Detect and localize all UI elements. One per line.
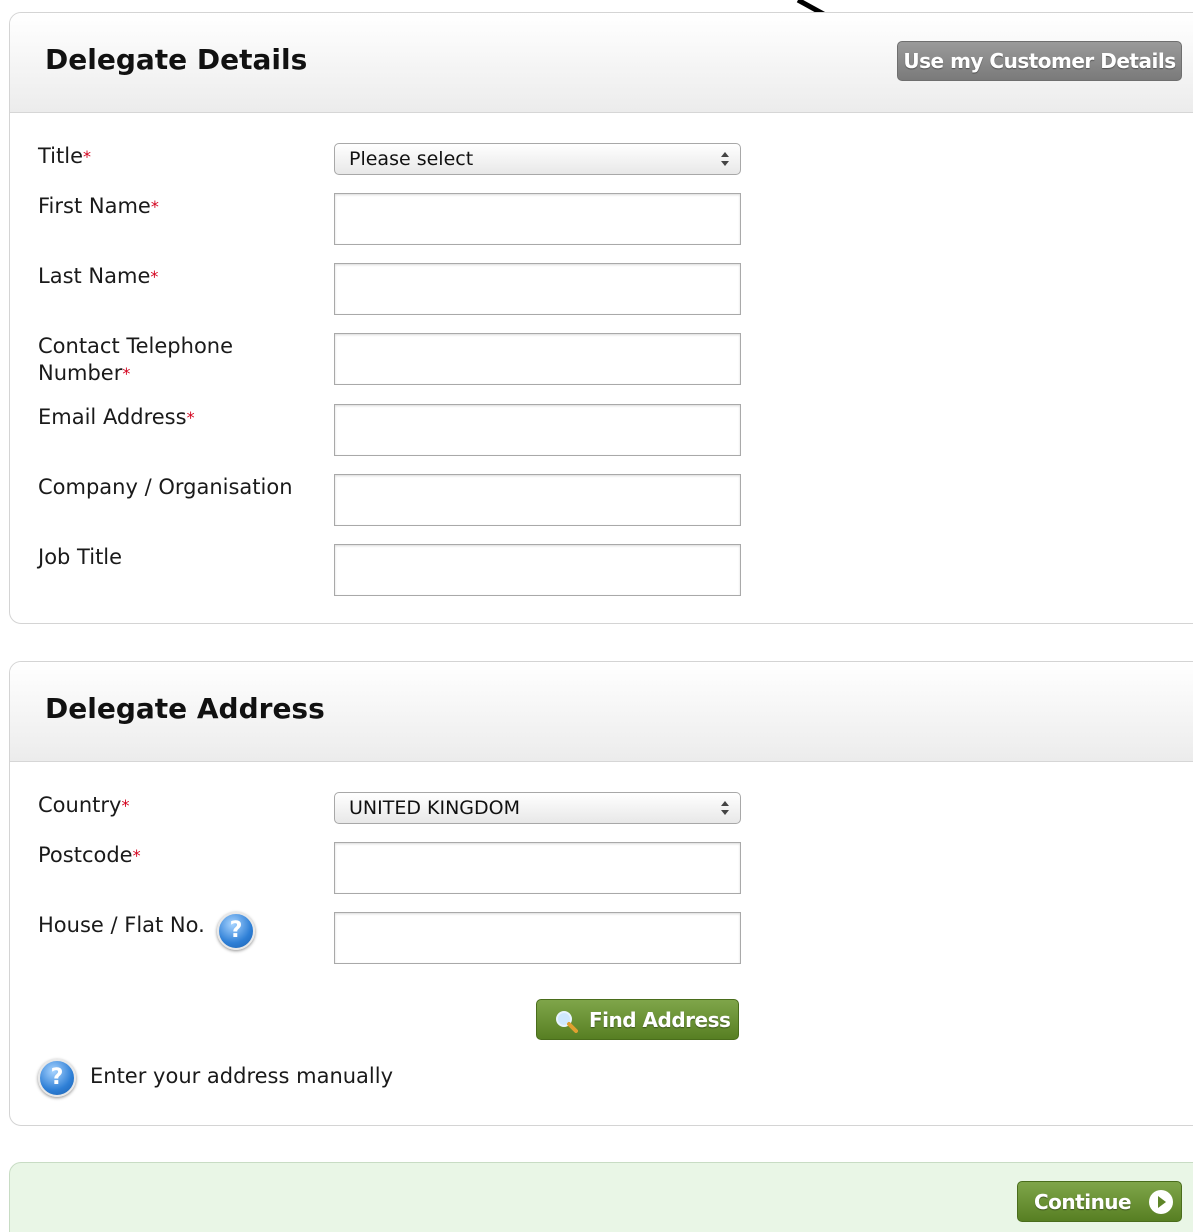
email-input[interactable] <box>334 404 741 456</box>
delegate-address-header: Delegate Address <box>10 662 1193 762</box>
last-name-input[interactable] <box>334 263 741 315</box>
delegate-address-panel: Delegate Address Country* UNITED KINGDOM… <box>9 661 1193 1126</box>
continue-button[interactable]: Continue <box>1017 1181 1182 1222</box>
title-select-value: Please select <box>349 148 474 170</box>
footer-panel: Continue <box>9 1162 1193 1232</box>
title-label: Title* <box>38 144 92 168</box>
job-title-input[interactable] <box>334 544 741 596</box>
delegate-details-title: Delegate Details <box>45 43 308 76</box>
select-arrows-icon <box>721 801 729 815</box>
house-input[interactable] <box>334 912 741 964</box>
telephone-input[interactable] <box>334 333 741 385</box>
postcode-input[interactable] <box>334 842 741 894</box>
find-address-button[interactable]: Find Address <box>536 999 739 1040</box>
telephone-label: Contact Telephone Number* <box>38 334 234 385</box>
job-title-label: Job Title <box>38 545 123 569</box>
use-customer-details-button[interactable]: Use my Customer Details <box>897 41 1182 81</box>
house-label: House / Flat No. <box>38 913 205 937</box>
manual-address-link[interactable]: Enter your address manually <box>90 1063 393 1090</box>
house-help-icon[interactable]: ? <box>217 912 255 950</box>
find-address-label: Find Address <box>589 1008 731 1032</box>
postcode-label: Postcode* <box>38 843 141 867</box>
manual-address-help-icon[interactable]: ? <box>38 1059 76 1097</box>
delegate-details-panel: Delegate Details Use my Customer Details… <box>9 12 1193 624</box>
continue-label: Continue <box>1034 1190 1132 1214</box>
delegate-address-title: Delegate Address <box>45 692 325 725</box>
first-name-input[interactable] <box>334 193 741 245</box>
delegate-details-header: Delegate Details Use my Customer Details <box>10 13 1193 113</box>
first-name-label: First Name* <box>38 194 159 218</box>
company-input[interactable] <box>334 474 741 526</box>
country-label: Country* <box>38 793 130 817</box>
play-circle-icon <box>1149 1190 1173 1214</box>
select-arrows-icon <box>721 152 729 166</box>
last-name-label: Last Name* <box>38 264 159 288</box>
title-select[interactable]: Please select <box>334 143 741 175</box>
magnifier-icon <box>556 1011 578 1033</box>
country-select[interactable]: UNITED KINGDOM <box>334 792 741 824</box>
email-label: Email Address* <box>38 405 195 429</box>
country-select-value: UNITED KINGDOM <box>349 797 520 819</box>
company-label: Company / Organisation <box>38 475 293 499</box>
